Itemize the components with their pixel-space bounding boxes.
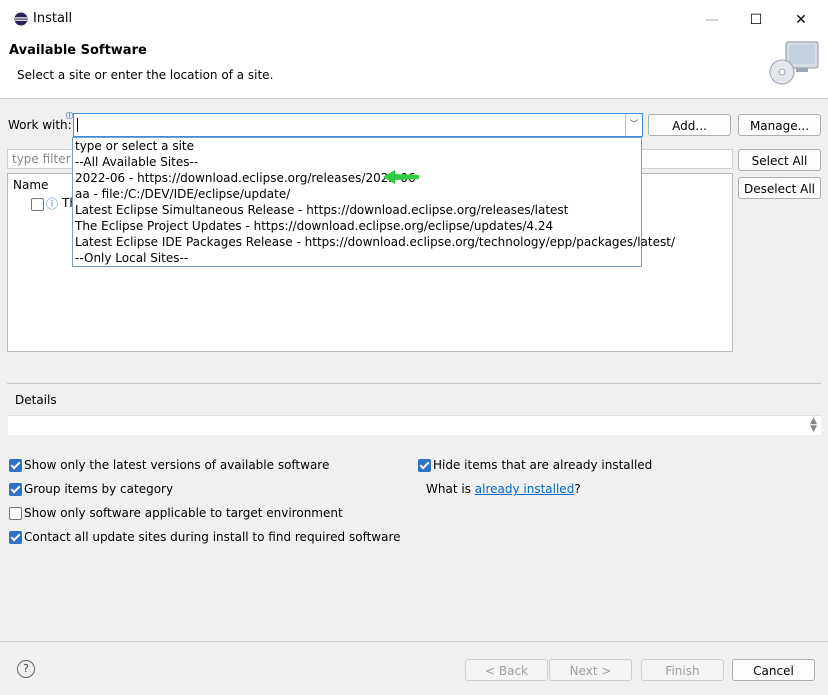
dropdown-item[interactable]: --All Available Sites-- [75,154,198,170]
wizard-footer: ? < Back Next > Finish Cancel [0,642,828,695]
close-button[interactable]: ✕ [786,10,816,30]
site-dropdown-list[interactable]: type or select a site --All Available Si… [72,137,675,267]
work-with-label: Work with: [8,118,72,132]
target-env-checkbox[interactable] [9,507,22,520]
window-title: Install [33,11,73,26]
help-icon[interactable]: ? [17,660,35,678]
work-with-combo[interactable]: ﹀ [73,113,643,137]
dropdown-item[interactable]: 2022-06 - https://download.eclipse.org/r… [75,170,416,186]
add-button[interactable]: Add... [648,114,731,136]
deselect-all-button[interactable]: Deselect All [738,177,821,199]
target-env-label: Show only software applicable to target … [24,506,343,520]
show-latest-label: Show only the latest versions of availab… [24,458,330,472]
what-is-text: What is already installed? [426,482,581,496]
page-title: Available Software [9,43,147,58]
group-by-category-label: Group items by category [24,482,174,496]
arrow-left-icon [383,170,419,184]
finish-button[interactable]: Finish [641,659,724,681]
back-button[interactable]: < Back [465,659,548,681]
section-divider [7,383,821,384]
minimize-button[interactable]: — [697,10,727,30]
cancel-button[interactable]: Cancel [732,659,815,681]
contact-all-label: Contact all update sites during install … [24,530,401,544]
info-icon: ⓘ [46,197,59,211]
chevron-down-icon[interactable]: ﹀ [625,114,642,136]
hide-installed-checkbox[interactable] [418,459,431,472]
column-header-name[interactable]: Name [13,178,48,192]
title-bar: Install — ☐ ✕ [0,0,828,38]
show-latest-checkbox[interactable] [9,459,22,472]
dropdown-item[interactable]: aa - file:/C:/DEV/IDE/eclipse/update/ [75,186,290,202]
hide-installed-label: Hide items that are already installed [433,458,653,472]
already-installed-link[interactable]: already installed [475,482,575,496]
details-textarea[interactable]: ▲ ▼ [8,415,821,435]
dropdown-item[interactable]: Latest Eclipse IDE Packages Release - ht… [75,234,675,250]
tree-row-checkbox[interactable] [31,198,44,211]
wizard-header: Available Software Select a site or ente… [0,38,828,98]
maximize-button[interactable]: ☐ [741,10,771,30]
eclipse-logo-icon [14,12,28,26]
group-by-category-checkbox[interactable] [9,483,22,496]
dropdown-item[interactable]: Latest Eclipse Simultaneous Release - ht… [75,202,568,218]
dropdown-item[interactable]: type or select a site [75,138,194,154]
install-banner-icon [769,41,819,85]
manage-button[interactable]: Manage... [738,114,821,136]
text-caret [77,118,78,132]
dropdown-item[interactable]: The Eclipse Project Updates - https://do… [75,218,553,234]
next-button[interactable]: Next > [549,659,632,681]
info-icon: ⓘ [66,112,73,120]
select-all-button[interactable]: Select All [738,149,821,171]
what-is-suffix: ? [574,482,581,496]
details-label: Details [15,393,57,407]
page-subtitle: Select a site or enter the location of a… [17,68,274,82]
spinner-icon[interactable]: ▲ ▼ [810,417,817,434]
what-is-prefix: What is [426,482,471,496]
contact-all-checkbox[interactable] [9,531,22,544]
dropdown-item[interactable]: --Only Local Sites-- [75,250,188,266]
